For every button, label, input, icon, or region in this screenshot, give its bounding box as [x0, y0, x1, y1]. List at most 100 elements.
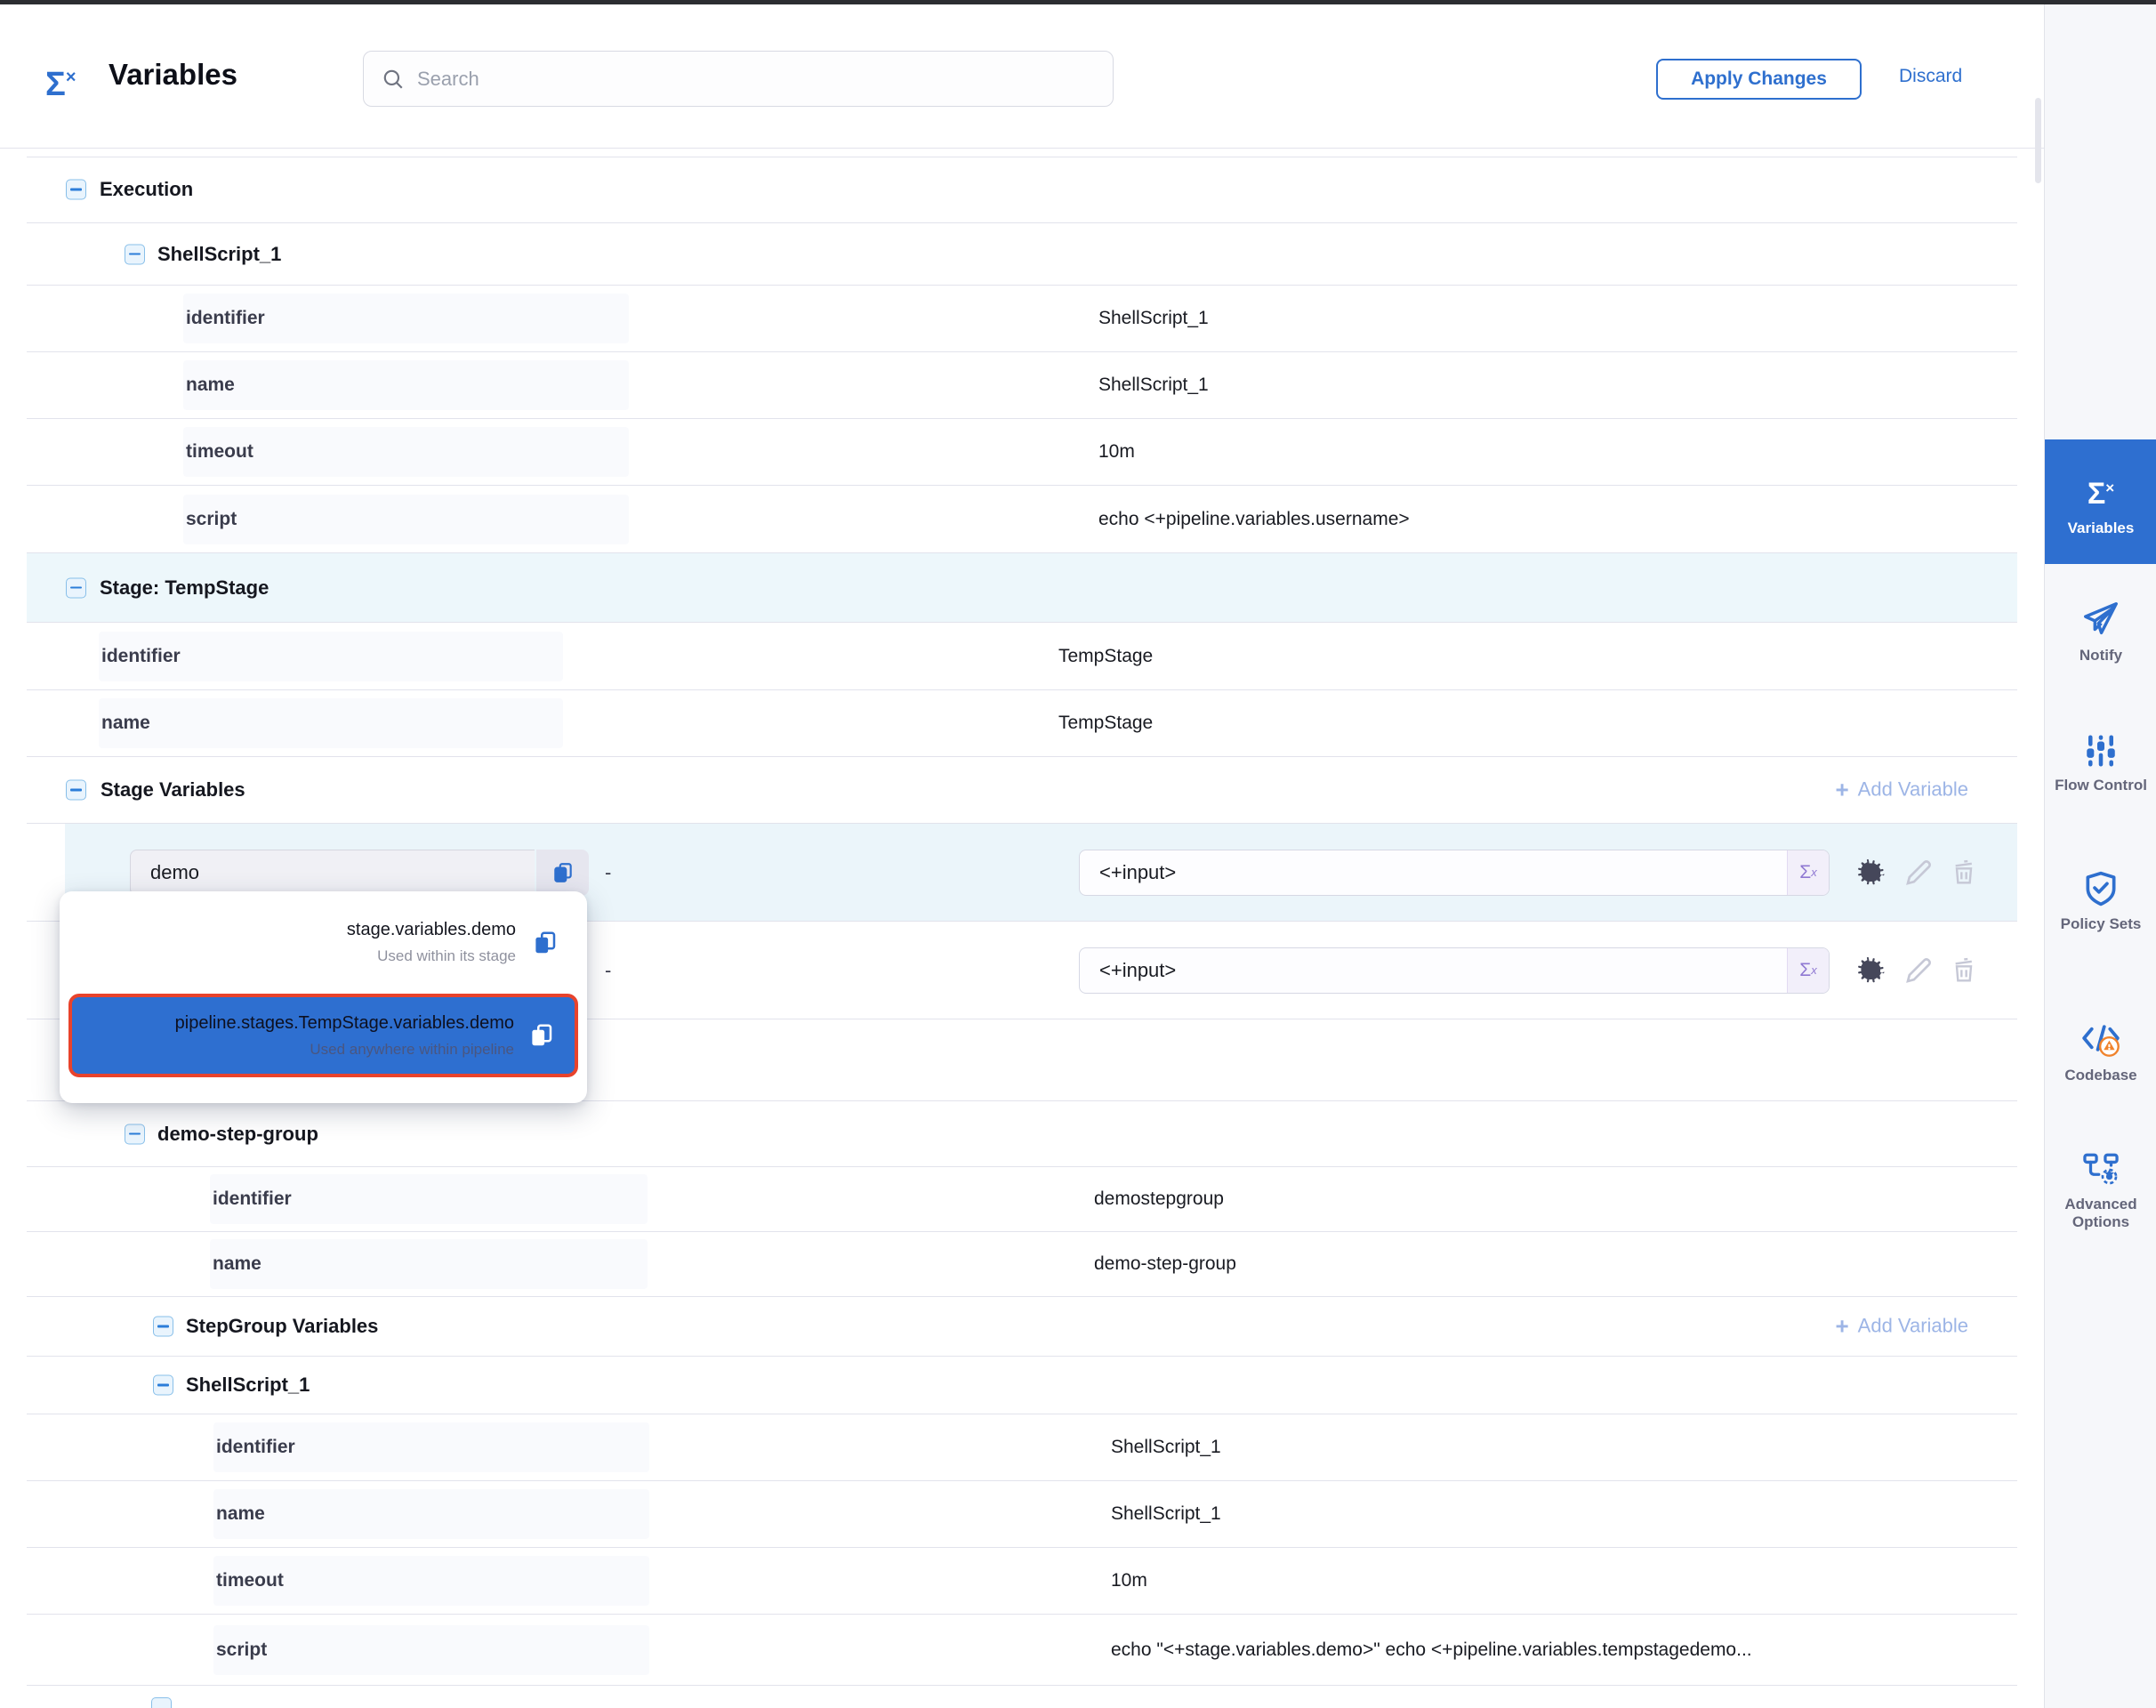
- settings-gear-icon[interactable]: [1857, 955, 1887, 986]
- row-sgstep-timeout: timeout 10m: [27, 1548, 2017, 1615]
- field-value: demostepgroup: [1094, 1188, 1224, 1210]
- search-icon: [382, 68, 405, 91]
- field-label-cell: name: [99, 698, 563, 748]
- search-input[interactable]: Search: [363, 51, 1114, 107]
- edit-pencil-icon[interactable]: [1903, 857, 1935, 889]
- field-value: ShellScript_1: [1111, 1437, 1221, 1458]
- collapse-icon[interactable]: [153, 1375, 173, 1396]
- row-stage-variables: Stage Variables +Add Variable: [27, 757, 2017, 824]
- flowchart-gear-icon: [2080, 1148, 2121, 1188]
- edit-pencil-icon[interactable]: [1903, 955, 1935, 987]
- required-dash: -: [605, 861, 611, 884]
- section-label-shellscript1: ShellScript_1: [157, 243, 281, 266]
- rail-item-codebase[interactable]: Codebase: [2045, 1017, 2156, 1084]
- section-label-execution: Execution: [100, 178, 193, 201]
- plus-icon: +: [1835, 777, 1848, 803]
- apply-changes-button[interactable]: Apply Changes: [1656, 59, 1862, 100]
- field-value: ShellScript_1: [1098, 308, 1209, 329]
- collapse-icon[interactable]: [125, 1124, 145, 1144]
- collapse-icon[interactable]: [66, 780, 86, 801]
- field-value: 10m: [1098, 441, 1135, 463]
- field-value: ShellScript_1: [1098, 375, 1209, 396]
- collapse-icon[interactable]: [66, 577, 86, 598]
- field-value: echo "<+stage.variables.demo>" echo <+pi…: [1111, 1640, 1752, 1661]
- row-step1-identifier: identifier ShellScript_1: [27, 286, 2017, 352]
- discard-button[interactable]: Discard: [1899, 66, 1979, 87]
- collapse-icon[interactable]: [125, 244, 145, 264]
- delete-trash-icon[interactable]: [1950, 956, 1978, 985]
- field-label-cell: name: [213, 1489, 649, 1539]
- scrollbar-thumb[interactable]: [2035, 98, 2041, 183]
- sliders-icon: [2082, 732, 2120, 769]
- variable-value-input[interactable]: <+input> Σx: [1079, 947, 1830, 994]
- add-variable-button[interactable]: +Add Variable: [1835, 1313, 1968, 1341]
- rail-item-variables[interactable]: Σ× Variables: [2045, 439, 2156, 564]
- scope-option-pipeline-selected[interactable]: pipeline.stages.TempStage.variables.demo…: [68, 994, 578, 1077]
- collapse-icon[interactable]: [66, 180, 86, 200]
- variable-name-input[interactable]: demo: [130, 850, 535, 896]
- row-step1-name: name ShellScript_1: [27, 352, 2017, 419]
- rail-item-policy-sets[interactable]: Policy Sets: [2045, 869, 2156, 933]
- row-sgstep-script: script echo "<+stage.variables.demo>" ec…: [27, 1615, 2017, 1686]
- right-nav-rail: Σ× Variables Notify Flow Control Policy …: [2044, 4, 2156, 1708]
- field-label-cell: script: [183, 495, 629, 544]
- scope-description: Used within its stage: [377, 947, 516, 965]
- row-sg-shellscript1: ShellScript_1: [27, 1357, 2017, 1414]
- plus-icon: +: [1835, 1313, 1848, 1340]
- scope-option-stage[interactable]: stage.variables.demo Used within its sta…: [60, 891, 587, 994]
- collapse-icon[interactable]: [153, 1317, 173, 1337]
- field-value: echo <+pipeline.variables.username>: [1098, 509, 1410, 530]
- field-label-cell: identifier: [183, 294, 629, 343]
- field-value: demo-step-group: [1094, 1253, 1236, 1275]
- row-step1-script: script echo <+pipeline.variables.usernam…: [27, 486, 2017, 553]
- page-title: Variables: [109, 58, 237, 92]
- field-label-cell: timeout: [183, 427, 629, 477]
- section-label-stage: Stage: TempStage: [100, 576, 269, 600]
- paper-plane-icon: [2080, 599, 2121, 640]
- row-step1-timeout: timeout 10m: [27, 419, 2017, 486]
- row-shellscript1: ShellScript_1: [27, 223, 2017, 286]
- delete-trash-icon[interactable]: [1950, 858, 1978, 887]
- field-value: 10m: [1111, 1570, 1147, 1591]
- copy-variable-button[interactable]: [536, 850, 589, 896]
- section-label-stepgroup-variables: StepGroup Variables: [186, 1315, 378, 1338]
- copy-icon[interactable]: [528, 1022, 555, 1049]
- row-sgstep-name: name ShellScript_1: [27, 1481, 2017, 1548]
- copy-icon[interactable]: [532, 930, 559, 956]
- variables-panel: Σ× Variables Search Apply Changes Discar…: [0, 0, 2156, 1708]
- collapse-icon[interactable]: [151, 1697, 172, 1708]
- variables-sigma-icon: Σ×: [45, 58, 92, 97]
- variable-value-input[interactable]: <+input> Σx: [1079, 850, 1830, 896]
- rail-item-notify[interactable]: Notify: [2045, 599, 2156, 665]
- rail-item-advanced-options[interactable]: Advanced Options: [2045, 1148, 2156, 1231]
- row-sg-identifier: identifier demostepgroup: [27, 1167, 2017, 1232]
- row-sgstep-identifier: identifier ShellScript_1: [27, 1414, 2017, 1481]
- field-label-cell: identifier: [213, 1422, 649, 1472]
- rail-item-flow-control[interactable]: Flow Control: [2045, 732, 2156, 794]
- expression-sigma-badge[interactable]: Σx: [1787, 948, 1829, 993]
- required-dash: -: [605, 959, 611, 982]
- section-label-stage-variables: Stage Variables: [101, 778, 245, 802]
- code-warning-icon: [2080, 1017, 2122, 1059]
- row-stage-identifier: identifier TempStage: [27, 623, 2017, 690]
- shield-check-icon: [2081, 869, 2120, 908]
- field-label-cell: name: [210, 1239, 648, 1289]
- variable-scope-popup: stage.variables.demo Used within its sta…: [60, 891, 587, 1103]
- settings-gear-icon[interactable]: [1857, 858, 1887, 888]
- copy-icon: [551, 861, 575, 884]
- section-label-sg-shellscript1: ShellScript_1: [186, 1374, 310, 1397]
- row-demo-step-group: demo-step-group: [27, 1101, 2017, 1167]
- scope-description: Used anywhere within pipeline: [310, 1041, 514, 1059]
- field-label-cell: identifier: [99, 632, 563, 681]
- field-value: ShellScript_1: [1111, 1503, 1221, 1525]
- expression-sigma-badge[interactable]: Σx: [1787, 850, 1829, 895]
- field-value: TempStage: [1058, 713, 1153, 734]
- scope-path: stage.variables.demo: [347, 920, 516, 940]
- row-execution: Execution: [27, 157, 2017, 223]
- row-sg-name: name demo-step-group: [27, 1232, 2017, 1297]
- add-variable-button[interactable]: +Add Variable: [1835, 777, 1968, 804]
- field-label-cell: name: [183, 360, 629, 410]
- row-stage-tempstage: Stage: TempStage: [27, 553, 2017, 623]
- field-label-cell: script: [213, 1625, 649, 1675]
- field-label-cell: timeout: [213, 1556, 649, 1606]
